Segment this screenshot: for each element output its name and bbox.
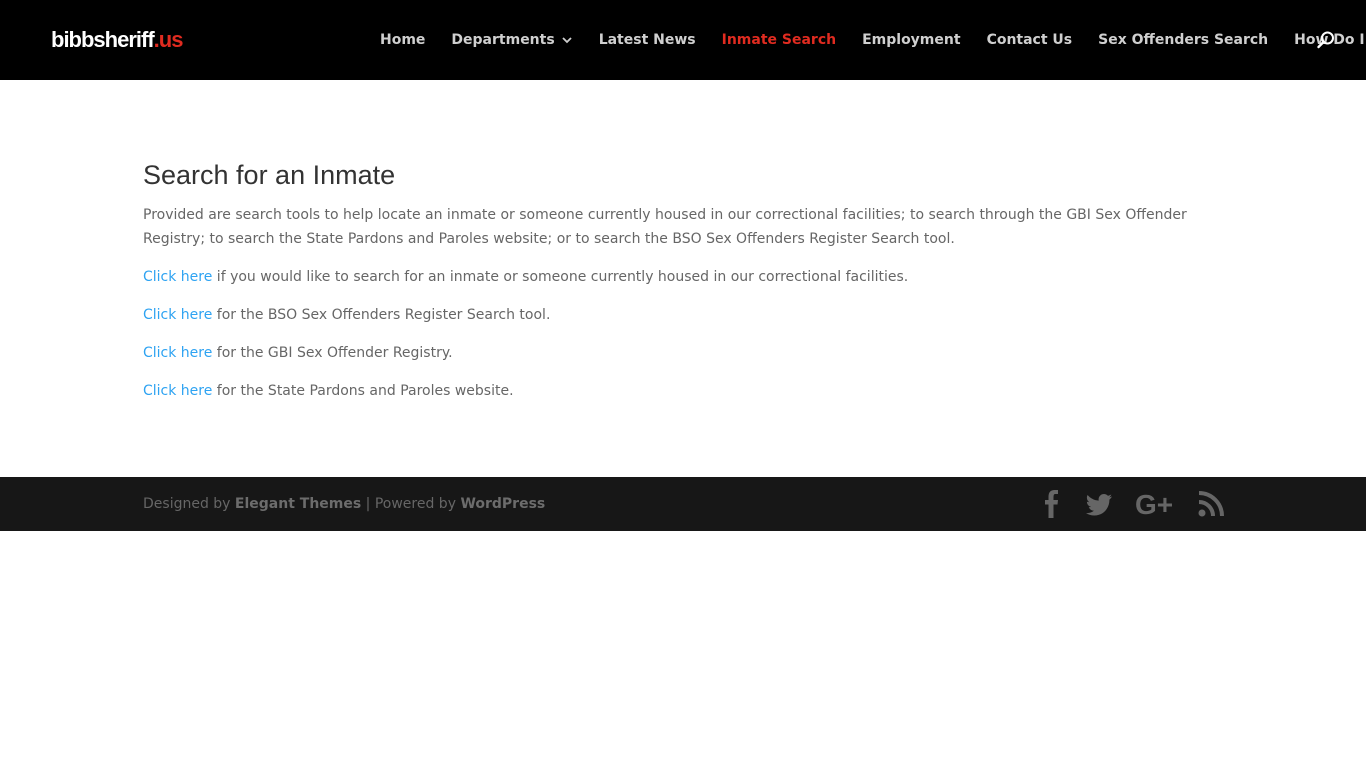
rss-icon[interactable]	[1198, 490, 1224, 518]
nav-item-inmate-search[interactable]: Inmate Search	[722, 32, 836, 48]
nav-item-home[interactable]: Home	[380, 32, 425, 48]
intro-paragraph: Provided are search tools to help locate…	[143, 207, 1187, 247]
link-description: for the BSO Sex Offenders Register Searc…	[212, 307, 551, 323]
powered-by-text: | Powered by	[361, 496, 461, 512]
wordpress-link[interactable]: WordPress	[460, 496, 545, 512]
chevron-down-icon	[561, 34, 573, 46]
nav-item-departments[interactable]: Departments	[451, 32, 572, 48]
pardons-paroles-link[interactable]: Click here	[143, 383, 212, 399]
nav-item-label: Sex Offenders Search	[1098, 32, 1269, 48]
nav-item-sex-offenders-search[interactable]: Sex Offenders Search	[1098, 32, 1268, 48]
designed-by-text: Designed by	[143, 496, 235, 512]
gbi-registry-link[interactable]: Click here	[143, 345, 212, 361]
page-title: Search for an Inmate	[143, 160, 396, 190]
twitter-icon[interactable]	[1086, 490, 1114, 518]
nav-item-latest-news[interactable]: Latest News	[599, 32, 696, 48]
site-logo[interactable]: bibbsheriff.us	[51, 25, 184, 55]
pardons-paroles-row: Click here for the State Pardons and Par…	[143, 379, 1233, 403]
nav-item-contact-us[interactable]: Contact Us	[987, 32, 1073, 48]
inmate-search-row: Click here if you would like to search f…	[143, 265, 1233, 289]
logo-tld-text: .us	[153, 27, 184, 52]
bso-register-row: Click here for the BSO Sex Offenders Reg…	[143, 303, 1233, 327]
main-nav: Home Departments Latest News Inmate Sear…	[380, 0, 1366, 80]
link-description: for the GBI Sex Offender Registry.	[212, 345, 453, 361]
link-description: for the State Pardons and Paroles websit…	[212, 383, 514, 399]
site-footer: Designed by Elegant Themes | Powered by …	[0, 477, 1366, 531]
nav-item-label: Employment	[862, 32, 961, 48]
svg-text:G+: G+	[1135, 490, 1173, 518]
nav-item-label: Latest News	[598, 32, 696, 48]
gbi-registry-row: Click here for the GBI Sex Offender Regi…	[143, 341, 1233, 365]
logo-main-text: bibbsheriff	[51, 27, 155, 52]
nav-item-employment[interactable]: Employment	[862, 32, 960, 48]
elegant-themes-link[interactable]: Elegant Themes	[235, 496, 361, 512]
search-icon[interactable]	[1316, 30, 1336, 50]
main-content: Search for an Inmate Provided are search…	[143, 155, 1233, 417]
inmate-search-link[interactable]: Click here	[143, 269, 212, 285]
nav-item-label: Home	[380, 32, 426, 48]
nav-item-label: Contact Us	[986, 32, 1073, 48]
google-plus-icon[interactable]: G+	[1135, 490, 1177, 518]
site-header: bibbsheriff.us Home Departments Latest N…	[0, 0, 1366, 80]
link-description: if you would like to search for an inmat…	[212, 269, 909, 285]
nav-item-label: Inmate Search	[721, 32, 837, 48]
nav-item-label: Departments	[451, 32, 555, 48]
facebook-icon[interactable]	[1042, 490, 1062, 518]
bso-register-link[interactable]: Click here	[143, 307, 212, 323]
footer-credits: Designed by Elegant Themes | Powered by …	[143, 477, 545, 531]
